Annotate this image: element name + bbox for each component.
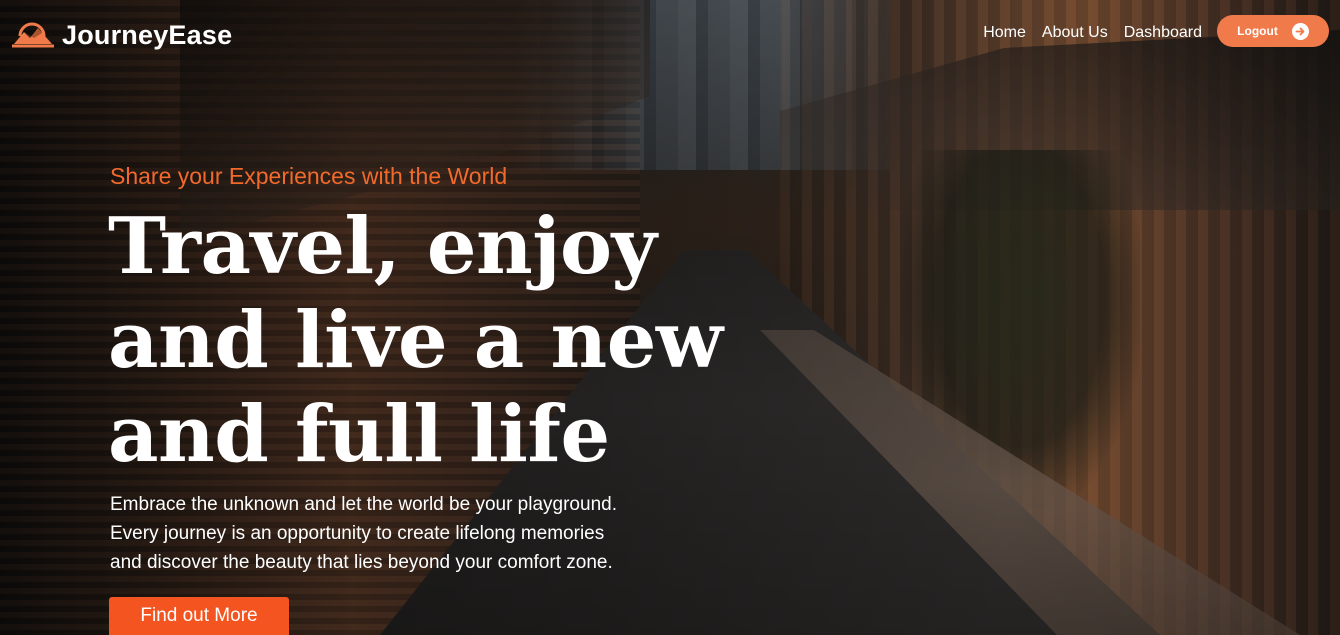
brand-name: JourneyEase <box>62 19 233 50</box>
logout-button[interactable]: Logout <box>1217 15 1329 47</box>
hero-description-line: and discover the beauty that lies beyond… <box>110 552 613 573</box>
arrow-right-circle-icon <box>1291 22 1309 40</box>
sunset-mountain-icon <box>12 22 54 48</box>
navbar: JourneyEase Home About Us Dashboard Logo… <box>0 0 1340 70</box>
find-out-more-button[interactable]: Find out More <box>109 597 289 635</box>
hero-description: Embrace the unknown and let the world be… <box>110 490 710 577</box>
nav-link-dashboard[interactable]: Dashboard <box>1124 24 1202 42</box>
hero-description-line: Embrace the unknown and let the world be… <box>110 494 617 515</box>
hero-title-line: and live a new <box>108 295 723 386</box>
hero-title-line: and full life <box>108 389 610 480</box>
hero-description-line: Every journey is an opportunity to creat… <box>110 523 605 544</box>
hero-tagline: Share your Experiences with the World <box>110 163 508 189</box>
brand-link[interactable]: JourneyEase <box>12 18 232 52</box>
nav-link-home[interactable]: Home <box>983 24 1026 42</box>
hero-title: Travel, enjoy and live a new and full li… <box>108 200 728 482</box>
nav-links: Home About Us Dashboard <box>983 24 1202 42</box>
nav-link-about-us[interactable]: About Us <box>1042 24 1108 42</box>
logout-label: Logout <box>1237 24 1278 38</box>
hero-title-line: Travel, enjoy <box>108 201 657 292</box>
